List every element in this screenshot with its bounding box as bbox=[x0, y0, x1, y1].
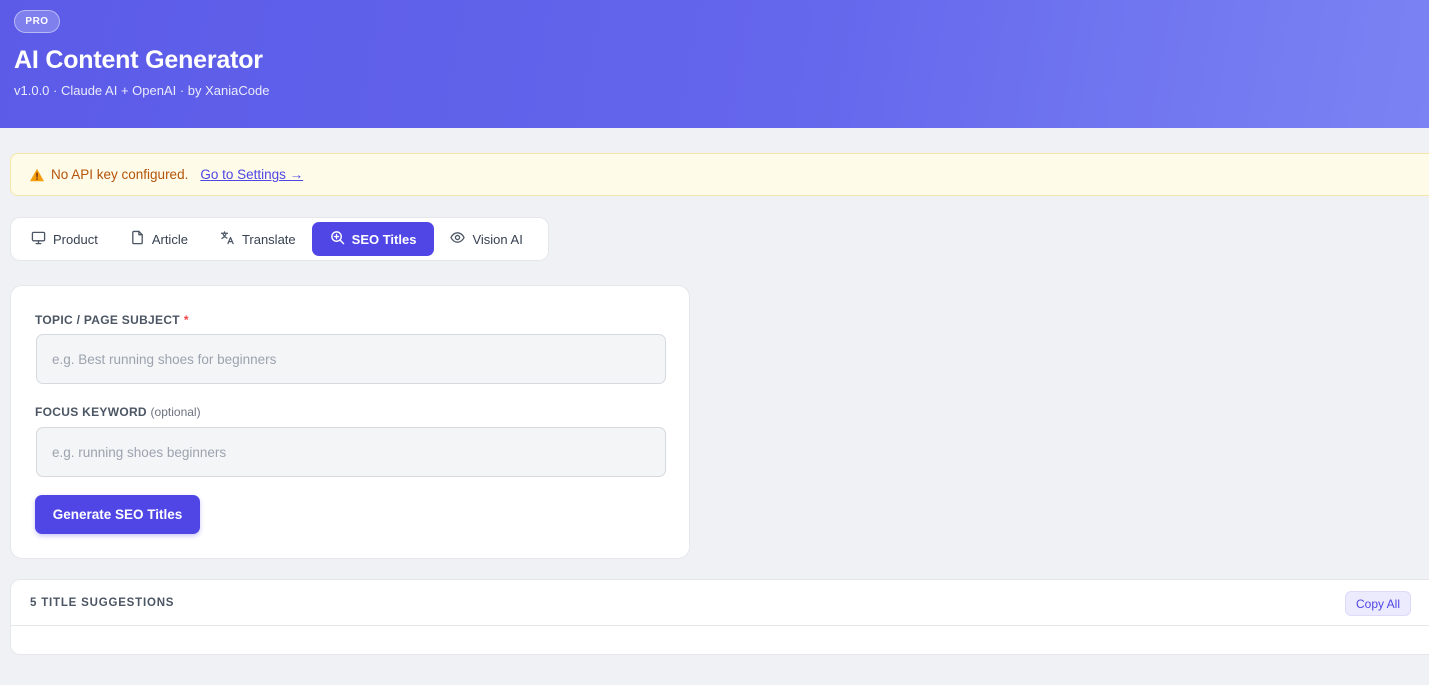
copy-all-button[interactable]: Copy All bbox=[1345, 591, 1411, 616]
eye-icon bbox=[450, 230, 466, 248]
alert-message: No API key configured. bbox=[51, 167, 189, 182]
tab-label: Vision AI bbox=[472, 231, 523, 247]
title-suggestions-card: 5 TITLE SUGGESTIONS Copy All bbox=[10, 579, 1429, 655]
search-zoom-icon bbox=[330, 230, 345, 248]
app-title: AI Content Generator bbox=[14, 46, 263, 74]
topic-input[interactable] bbox=[36, 334, 666, 384]
tab-translate[interactable]: Translate bbox=[204, 222, 312, 256]
optional-hint: (optional) bbox=[150, 405, 201, 419]
tab-seo-titles[interactable]: SEO Titles bbox=[311, 222, 435, 256]
topic-label-text: TOPIC / PAGE SUBJECT bbox=[35, 313, 180, 327]
go-to-settings-link[interactable]: Go to Settings → bbox=[200, 167, 303, 182]
tab-vision-ai[interactable]: Vision AI bbox=[434, 222, 538, 256]
tab-label: Article bbox=[151, 231, 188, 247]
monitor-icon bbox=[31, 230, 46, 248]
tab-label: SEO Titles bbox=[351, 231, 417, 247]
warning-icon bbox=[29, 167, 45, 183]
translate-icon bbox=[220, 230, 235, 248]
required-marker: * bbox=[183, 313, 189, 327]
tab-product[interactable]: Product bbox=[15, 222, 114, 256]
keyword-label-text: FOCUS KEYWORD bbox=[35, 405, 147, 419]
tab-label: Translate bbox=[241, 231, 296, 247]
tab-article[interactable]: Article bbox=[114, 222, 204, 256]
focus-keyword-label: FOCUS KEYWORD (optional) bbox=[35, 405, 201, 419]
document-icon bbox=[130, 230, 145, 248]
results-header: 5 TITLE SUGGESTIONS bbox=[11, 580, 1429, 626]
tab-bar: Product Article Translate SEO Titles Vis… bbox=[10, 217, 549, 261]
tab-label: Product bbox=[53, 231, 98, 247]
app-header: PRO AI Content Generator v1.0.0 · Claude… bbox=[0, 0, 1429, 128]
generate-seo-titles-button[interactable]: Generate SEO Titles bbox=[35, 495, 200, 534]
focus-keyword-input[interactable] bbox=[36, 427, 666, 477]
topic-label: TOPIC / PAGE SUBJECT * bbox=[35, 313, 189, 327]
results-title: 5 TITLE SUGGESTIONS bbox=[30, 596, 175, 609]
pro-badge: PRO bbox=[14, 10, 60, 33]
app-subtitle: v1.0.0 · Claude AI + OpenAI · by XaniaCo… bbox=[14, 83, 270, 98]
api-key-alert: No API key configured. Go to Settings → bbox=[10, 153, 1429, 196]
seo-form-card: TOPIC / PAGE SUBJECT* FOCUS KEYWORD (opt… bbox=[10, 285, 690, 559]
